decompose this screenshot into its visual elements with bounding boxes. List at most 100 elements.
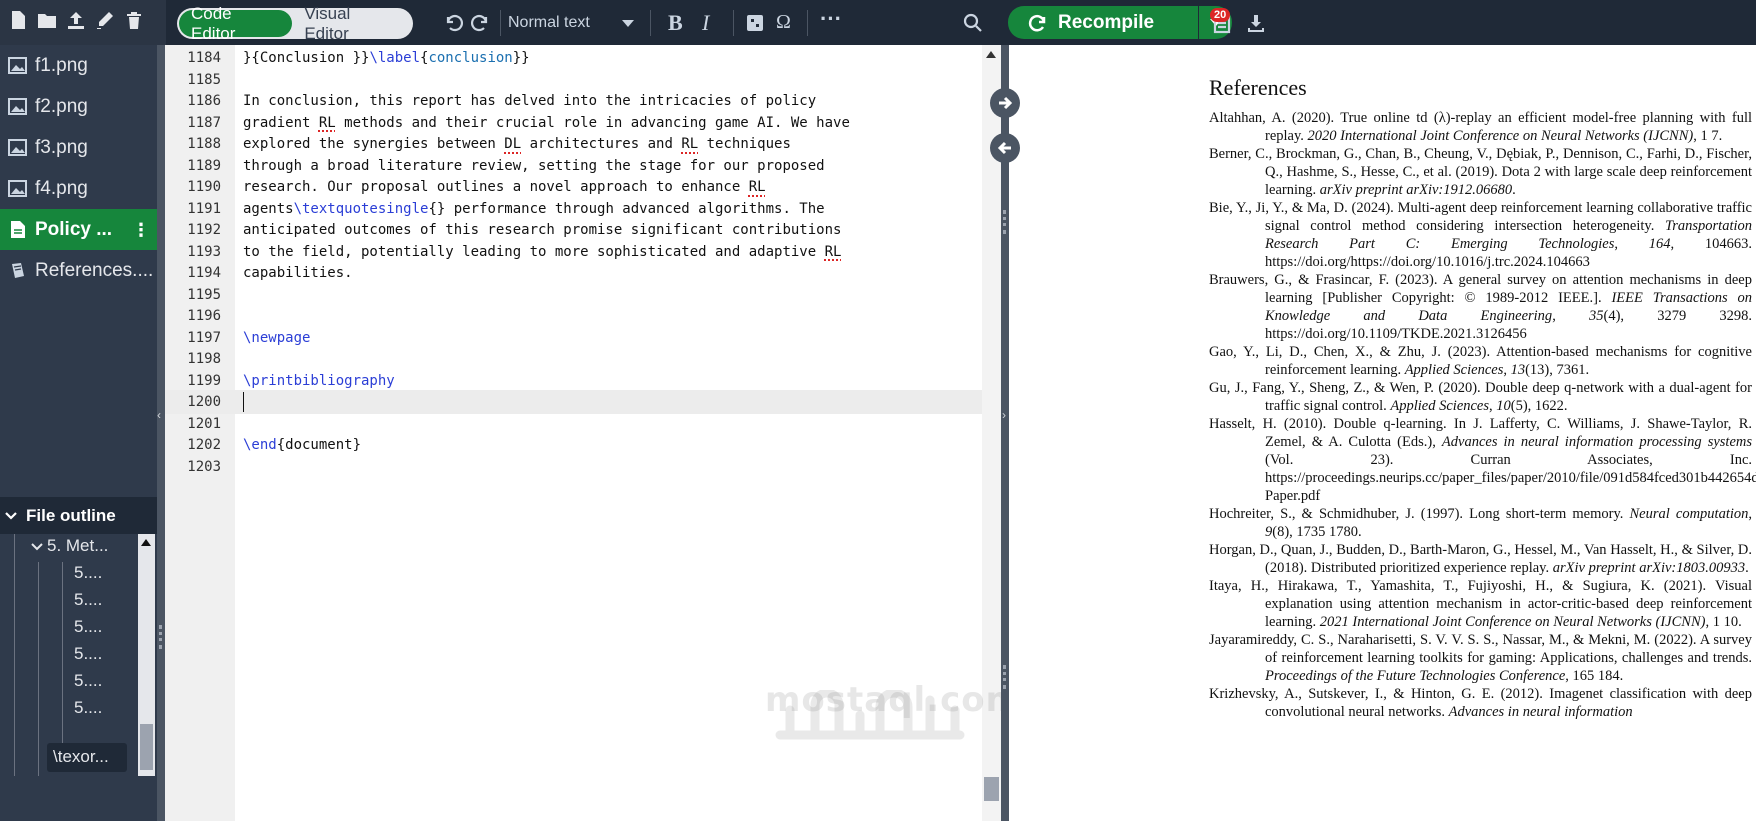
code-text: agents bbox=[243, 200, 294, 217]
file-name: f3.png bbox=[35, 136, 88, 158]
code-text: to the field, potentially leading to mor… bbox=[243, 243, 825, 260]
reference-italic-text: arXiv preprint arXiv:1803.00933 bbox=[1552, 560, 1746, 576]
outline-item-current[interactable]: \texor... bbox=[47, 743, 127, 772]
splitter-grip[interactable] bbox=[159, 625, 162, 649]
new-file-icon[interactable] bbox=[8, 10, 28, 35]
file-name: f2.png bbox=[35, 95, 88, 117]
latex-command: \label bbox=[369, 50, 421, 66]
delete-icon[interactable] bbox=[124, 10, 144, 35]
scrollbar-thumb[interactable] bbox=[984, 777, 999, 801]
code-line[interactable]: In conclusion, this report has delved in… bbox=[243, 89, 816, 113]
code-line[interactable]: to the field, potentially leading to mor… bbox=[243, 240, 841, 264]
reference-entry: Bie, Y., Ji, Y., & Ma, D. (2024). Multi-… bbox=[1209, 199, 1752, 271]
line-number: 1198 bbox=[187, 351, 221, 367]
outline-item-subsection[interactable]: 5.... bbox=[74, 698, 102, 718]
code-line[interactable]: \newpage bbox=[243, 326, 310, 350]
reference-entry: Krizhevsky, A., Sutskever, I., & Hinton,… bbox=[1209, 685, 1752, 721]
latex-command: \textquotesingle bbox=[293, 200, 429, 217]
reference-italic-text: Applied Sciences bbox=[1390, 398, 1490, 414]
scroll-up-icon[interactable] bbox=[141, 539, 151, 546]
insert-figure-icon[interactable] bbox=[744, 12, 766, 34]
text-style-select[interactable]: Normal text bbox=[508, 9, 638, 37]
scrollbar-thumb[interactable] bbox=[140, 724, 153, 770]
reference-italic-text: 2021 International Joint Conference on N… bbox=[1319, 614, 1706, 630]
code-line[interactable]: explored the synergies between DL archit… bbox=[243, 132, 791, 156]
chevron-down-icon[interactable] bbox=[30, 541, 44, 553]
file-item-f4[interactable]: f4.png bbox=[0, 168, 160, 209]
file-menu-icon[interactable]: ⋮ bbox=[132, 221, 150, 239]
reference-entry: Altahhan, A. (2020). True online td (λ)-… bbox=[1209, 109, 1752, 145]
outline-item-subsection[interactable]: 5.... bbox=[74, 563, 102, 583]
line-number: 1195 bbox=[187, 286, 221, 303]
file-item-f2[interactable]: f2.png bbox=[0, 86, 160, 127]
collapse-right-icon[interactable]: › bbox=[1002, 408, 1006, 422]
pdf-preview[interactable]: References Altahhan, A. (2020). True onl… bbox=[1009, 45, 1756, 821]
line-number: 1185 bbox=[187, 71, 221, 88]
toolbar-divider bbox=[650, 10, 651, 36]
code-line[interactable]: gradient RL methods and their crucial ro… bbox=[243, 111, 850, 135]
file-item-policy[interactable]: Policy ... ⋮ bbox=[0, 209, 160, 250]
latex-command: \printbibliography bbox=[243, 372, 395, 389]
line-number: 1202 bbox=[187, 437, 221, 453]
recompile-button[interactable]: Recompile bbox=[1008, 6, 1198, 39]
code-line[interactable]: through a broad literature review, setti… bbox=[243, 154, 825, 178]
outline-item-subsection[interactable]: 5.... bbox=[74, 617, 102, 637]
code-line[interactable]: research. Our proposal outlines a novel … bbox=[243, 175, 766, 199]
line-number: 1190 bbox=[187, 179, 221, 195]
line-number: 1197 bbox=[187, 329, 221, 346]
sync-to-code-button[interactable] bbox=[990, 133, 1020, 163]
bib-file-icon bbox=[12, 263, 24, 278]
code-line[interactable]: anticipated outcomes of this research pr… bbox=[243, 218, 841, 242]
reference-text: , 165 184. bbox=[1565, 668, 1624, 684]
search-icon[interactable] bbox=[962, 12, 984, 34]
outline-guide-line bbox=[62, 562, 63, 752]
outline-item-subsection[interactable]: 5.... bbox=[74, 590, 102, 610]
toolbar-divider bbox=[500, 10, 501, 36]
reference-text: , 1 7. bbox=[1693, 128, 1723, 144]
scroll-up-icon[interactable] bbox=[986, 51, 996, 58]
splitter-grip[interactable] bbox=[1003, 210, 1006, 234]
reference-italic-text: arXiv preprint arXiv:1912.06680 bbox=[1319, 182, 1513, 198]
reference-text: , bbox=[1748, 506, 1752, 522]
italic-button[interactable]: I bbox=[702, 10, 709, 36]
bold-button[interactable]: B bbox=[668, 10, 683, 36]
code-text: }} bbox=[512, 50, 530, 66]
outline-guide-line bbox=[38, 562, 39, 776]
file-item-f3[interactable]: f3.png bbox=[0, 127, 160, 168]
collapse-left-icon[interactable]: ‹ bbox=[157, 408, 161, 422]
code-line[interactable]: agents\textquotesingle{} performance thr… bbox=[243, 197, 825, 221]
code-line[interactable]: \end{document} bbox=[243, 433, 361, 457]
sync-to-pdf-button[interactable] bbox=[990, 88, 1020, 118]
outline-item-section[interactable]: 5. Met... bbox=[47, 536, 108, 556]
redo-icon[interactable] bbox=[470, 12, 492, 34]
sidebar-splitter[interactable]: ‹ bbox=[157, 45, 165, 821]
reference-italic-text: Proceedings of the Future Technologies C… bbox=[1265, 668, 1566, 684]
reference-text: , bbox=[1503, 362, 1511, 378]
code-line[interactable]: }{Conclusion }}\label{conclusion}} bbox=[243, 46, 530, 70]
upload-icon[interactable] bbox=[66, 10, 86, 35]
refresh-icon bbox=[1028, 14, 1046, 31]
code-editor-tab[interactable]: Code Editor bbox=[179, 4, 293, 43]
rename-icon[interactable] bbox=[95, 10, 115, 35]
download-icon[interactable] bbox=[1245, 12, 1267, 34]
insert-symbol-button[interactable]: Ω bbox=[776, 11, 791, 34]
visual-editor-tab[interactable]: Visual Editor bbox=[292, 4, 411, 43]
code-line[interactable]: \printbibliography bbox=[243, 369, 395, 393]
image-file-icon bbox=[8, 98, 27, 115]
file-item-f1[interactable]: f1.png bbox=[0, 45, 160, 86]
more-options-button[interactable]: ··· bbox=[820, 6, 842, 32]
file-name: f4.png bbox=[35, 177, 88, 199]
undo-icon[interactable] bbox=[442, 12, 464, 34]
outline-scrollbar[interactable] bbox=[138, 534, 155, 776]
outline-item-subsection[interactable]: 5.... bbox=[74, 644, 102, 664]
new-folder-icon[interactable] bbox=[37, 10, 57, 35]
outline-item-subsection[interactable]: 5.... bbox=[74, 671, 102, 691]
reference-entry: Itaya, H., Hirakawa, T., Yamashita, T., … bbox=[1209, 577, 1752, 631]
editor-mode-toggle: Code Editor Visual Editor bbox=[177, 4, 413, 43]
file-outline-header[interactable]: File outline bbox=[0, 497, 160, 534]
file-item-references[interactable]: References.... bbox=[0, 250, 160, 291]
splitter-grip[interactable] bbox=[1003, 665, 1006, 689]
references-heading: References bbox=[1209, 75, 1307, 100]
code-line[interactable]: capabilities. bbox=[243, 261, 353, 285]
reference-entry: Horgan, D., Quan, J., Budden, D., Barth-… bbox=[1209, 541, 1752, 577]
